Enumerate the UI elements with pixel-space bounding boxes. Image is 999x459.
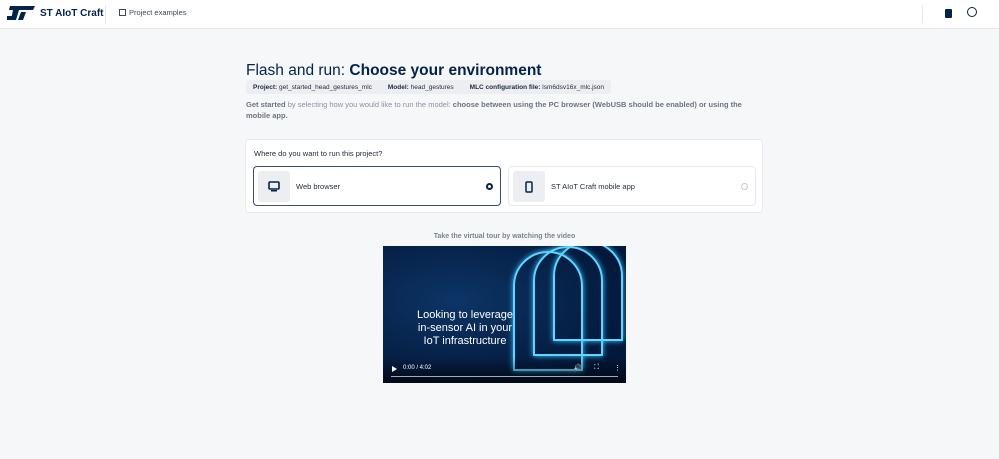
user-account-icon[interactable] <box>967 7 977 17</box>
option-mobile-app[interactable]: ST AIoT Craft mobile app <box>508 166 756 206</box>
monitor-icon <box>258 171 290 202</box>
option-web-browser[interactable]: Web browser <box>253 166 501 206</box>
divider <box>105 5 106 23</box>
st-logo-icon[interactable] <box>7 6 35 20</box>
document-icon[interactable] <box>945 9 952 18</box>
video-overlay-text: Looking to leverage in-sensor AI in your… <box>416 309 513 347</box>
video-controls: 0:00 / 4:02 🔊 ⛶ ⋮ <box>383 357 626 383</box>
page-title: Flash and run: Choose your environment <box>246 62 542 79</box>
volume-icon[interactable]: 🔊 <box>573 364 582 372</box>
play-icon[interactable] <box>392 366 397 372</box>
top-bar: ST AIoT Craft Project examples <box>0 0 999 29</box>
video-graphic <box>553 246 623 341</box>
video-progress-bar[interactable] <box>391 375 618 377</box>
project-examples-label: Project examples <box>129 8 187 17</box>
radio-web-browser[interactable] <box>486 183 493 190</box>
more-options-icon[interactable]: ⋮ <box>614 364 621 372</box>
grid-icon <box>119 9 126 16</box>
environment-question: Where do you want to run this project? <box>254 149 383 158</box>
fullscreen-icon[interactable]: ⛶ <box>594 364 599 372</box>
video-time: 0:00 / 4:02 <box>403 365 432 371</box>
radio-mobile-app[interactable] <box>741 183 748 190</box>
video-caption: Take the virtual tour by watching the vi… <box>433 233 576 240</box>
environment-card: Where do you want to run this project? W… <box>245 139 763 213</box>
project-examples-link[interactable]: Project examples <box>119 8 187 17</box>
video-player[interactable]: Looking to leverage in-sensor AI in your… <box>383 246 626 383</box>
intro-text: Get started by selecting how you would l… <box>246 100 742 120</box>
option-label: Web browser <box>296 182 341 191</box>
brand-name[interactable]: ST AIoT Craft <box>40 8 104 19</box>
project-meta: Project: get_started_head_gestures_mlc M… <box>246 80 612 94</box>
divider <box>922 5 923 23</box>
option-label: ST AIoT Craft mobile app <box>551 182 635 191</box>
smartphone-icon <box>513 171 545 202</box>
